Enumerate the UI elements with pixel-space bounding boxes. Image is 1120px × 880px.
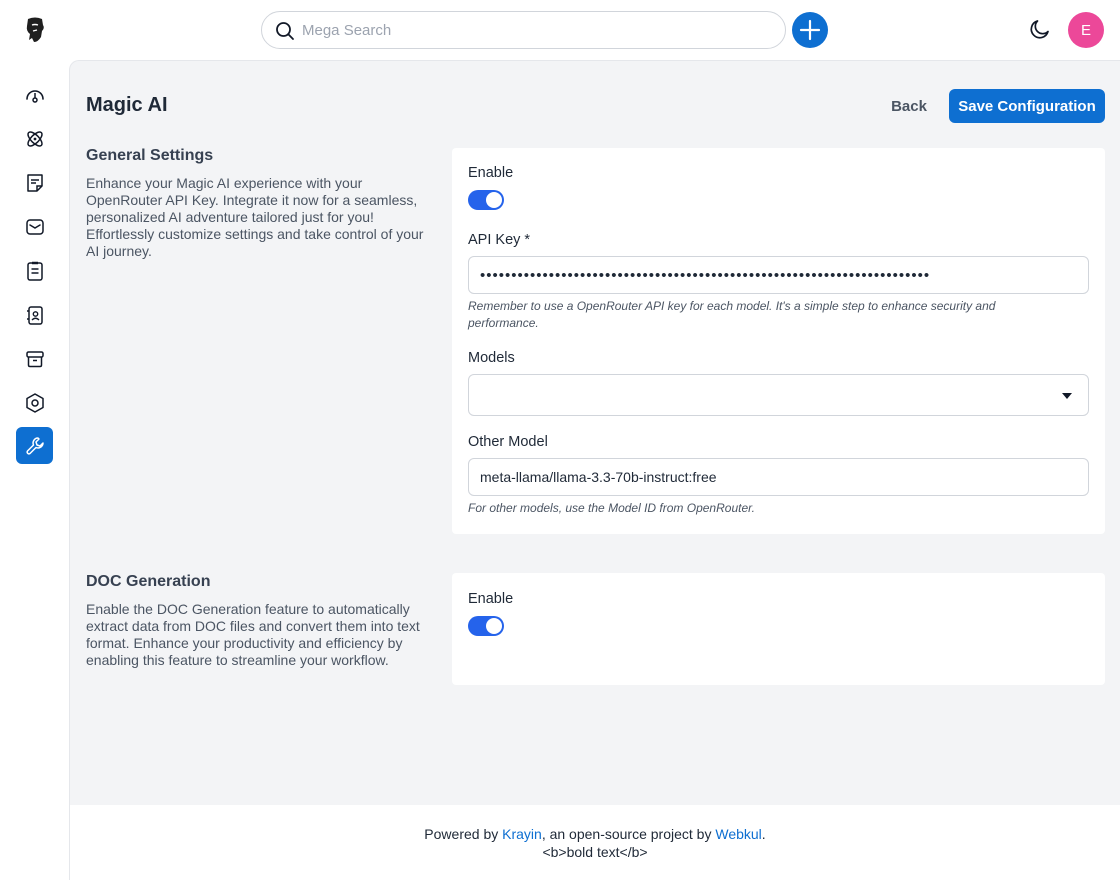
footer-prefix: Powered by [424,826,503,842]
moon-icon [1030,20,1049,39]
models-label: Models [468,350,515,366]
other-model-field[interactable] [468,458,1089,496]
sidebar-item-configuration[interactable] [16,427,53,464]
quick-create-button[interactable] [792,12,828,48]
footer-suffix: . [761,826,766,842]
toggle-knob [486,192,502,208]
sidebar-item-dashboard[interactable] [16,76,53,113]
app-logo-icon[interactable] [22,16,48,44]
general-settings-description: Enhance your Magic AI experience with yo… [86,175,424,259]
sidebar-item-settings[interactable] [16,384,53,421]
wrench-icon [25,436,44,455]
doc-generation-description: Enable the DOC Generation feature to aut… [86,601,420,668]
main-content: Magic AI Back Save Configuration General… [69,60,1120,805]
api-key-hint: Remember to use a OpenRouter API key for… [468,299,996,330]
api-key-field[interactable] [468,256,1089,294]
quotes-icon [26,173,43,192]
sidebar-item-contacts[interactable] [16,296,53,333]
leads-icon [26,130,43,147]
user-avatar[interactable]: E [1068,12,1104,48]
caret-down-icon [1062,393,1072,399]
page-title: Magic AI [86,94,168,116]
enable-toggle[interactable] [468,190,504,210]
toggle-knob [486,618,502,634]
sidebar-item-products[interactable] [16,340,53,377]
other-model-label: Other Model [468,434,548,450]
doc-generation-title: DOC Generation [86,573,211,590]
save-configuration-button[interactable]: Save Configuration [949,89,1105,123]
back-button[interactable]: Back [876,89,942,123]
general-settings-title: General Settings [86,147,214,164]
doc-enable-toggle[interactable] [468,616,504,636]
sidebar-item-leads[interactable] [16,120,53,157]
footer: Powered by Krayin, an open-source projec… [69,805,1120,880]
enable-label: Enable [468,165,514,181]
doc-enable-label: Enable [468,591,514,607]
sidebar-item-mail[interactable] [16,208,53,245]
api-key-label: API Key * [468,232,531,248]
search-input[interactable] [302,18,772,42]
webkul-link[interactable]: Webkul [715,826,761,842]
other-model-hint: For other models, use the Model ID from … [468,501,756,515]
models-select[interactable] [468,374,1089,416]
dashboard-gauge-icon [25,89,44,103]
activities-icon [26,261,43,281]
top-bar: E [0,0,1120,60]
general-settings-card: Enable API Key * Remember to use a OpenR… [452,148,1105,534]
footer-bold-text: <b>bold text</b> [542,844,648,860]
contacts-icon [26,305,43,325]
settings-icon [25,392,44,413]
products-icon [25,350,44,367]
mega-search[interactable] [261,11,786,49]
dark-mode-toggle[interactable] [1028,17,1052,41]
krayin-link[interactable]: Krayin [502,826,542,842]
doc-generation-card: Enable [452,573,1105,685]
sidebar-item-activities[interactable] [16,252,53,289]
plus-icon [799,19,821,41]
sidebar [0,60,69,880]
search-icon [276,22,294,40]
sidebar-item-quotes[interactable] [16,164,53,201]
footer-powered-by: Powered by Krayin, an open-source projec… [70,826,1120,842]
footer-middle: , an open-source project by [541,826,716,842]
mail-icon [25,218,44,235]
